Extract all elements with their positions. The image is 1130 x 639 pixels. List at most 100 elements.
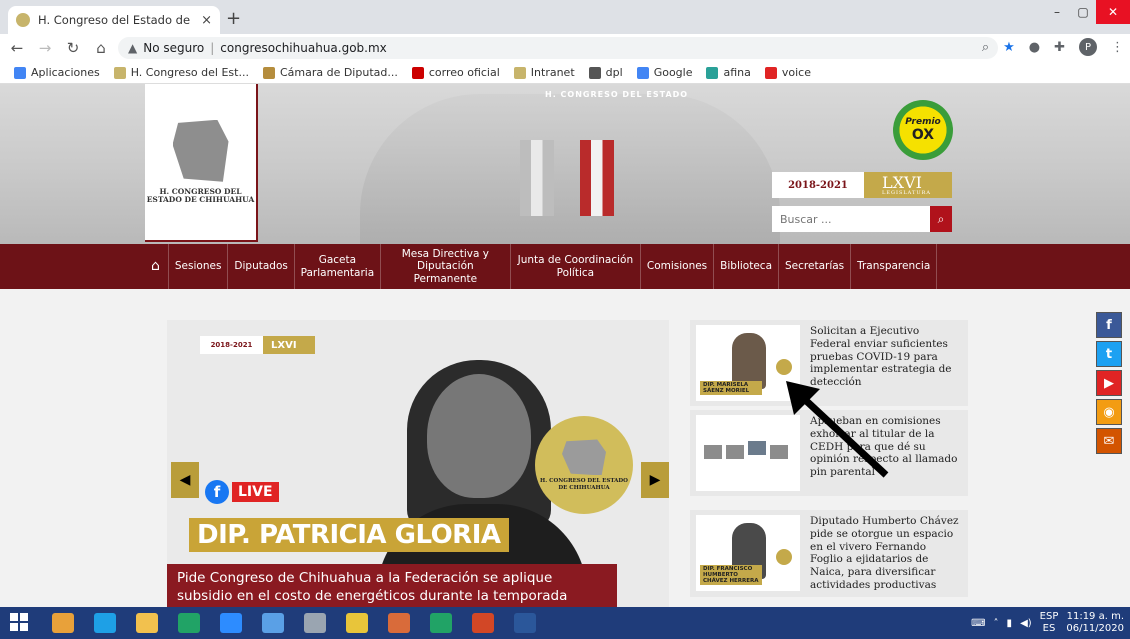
thumb-name-badge: DIP. MARISELA SÁENZ MORIEL [700,380,762,395]
back-icon[interactable]: ← [6,39,28,57]
store-taskbar-icon[interactable] [168,607,210,639]
menu-item[interactable]: Transparencia [851,244,938,289]
facebook-icon[interactable]: f [1096,312,1122,338]
tab-close-icon[interactable]: × [201,13,212,28]
flag-left [520,140,554,216]
forward-icon[interactable]: → [34,39,56,57]
bookmark-item[interactable]: afina [706,66,751,79]
tray-chevron-icon[interactable]: ˄ [994,618,999,629]
internet-explorer-taskbar-icon[interactable] [84,607,126,639]
profile-avatar[interactable]: P [1079,38,1097,56]
network-icon[interactable]: ▮ [1007,618,1013,629]
slider-prev-button[interactable]: ◀ [171,462,199,498]
bookmark-label: H. Congreso del Est... [130,66,249,79]
news-slider: 2018-2021 LXVI H. CONGRESO DEL ESTADO DE… [167,320,669,607]
file-explorer-glyph [136,613,158,633]
bookmark-item[interactable]: Google [636,66,692,79]
slider-next-button[interactable]: ▶ [641,462,669,498]
tab-strip: H. Congreso del Estado de Chihu × + – ▢ … [0,0,1130,34]
bookmark-icon [588,66,601,79]
excel-glyph [430,613,452,633]
address-bar[interactable]: ▲ No seguro | congresochihuahua.gob.mx [118,37,998,59]
bookmark-star-icon[interactable]: ★ [1003,40,1015,55]
browser-tab[interactable]: H. Congreso del Estado de Chihu × [8,6,220,34]
extension-circle-icon[interactable]: ● [1029,40,1040,55]
excel-taskbar-icon[interactable] [420,607,462,639]
clock[interactable]: 11:19 a. m. 06/11/2020 [1066,611,1124,636]
zoom-glyph [220,613,242,633]
clock-date: 06/11/2020 [1066,623,1124,634]
menu-item[interactable]: Sesiones [169,244,229,289]
keyboard-icon[interactable]: ⌨ [971,618,985,629]
logo-text: H. CONGRESO DEL ESTADO DE CHIHUAHUA [146,186,255,204]
menu-item[interactable]: Junta de Coordinación Política [511,244,641,289]
slide-caption[interactable]: Pide Congreso de Chihuahua a la Federaci… [167,564,617,607]
bookmark-item[interactable]: voice [764,66,811,79]
bookmark-item[interactable]: Cámara de Diputad... [262,66,398,79]
tab-title: H. Congreso del Estado de Chihu [38,13,193,27]
thumb-video-cell [726,445,744,459]
legislature-years: 2018-2021 [788,179,848,191]
clock-time: 11:19 a. m. [1066,610,1124,622]
bookmark-item[interactable]: correo oficial [411,66,500,79]
site-favicon-icon [16,13,30,27]
maximize-button[interactable]: ▢ [1070,0,1096,24]
menu-item[interactable]: Mesa Directiva y Diputación Permanente [381,244,511,289]
word-taskbar-icon[interactable] [504,607,546,639]
chrome-taskbar-icon[interactable] [42,607,84,639]
bookmark-icon [262,66,275,79]
paint-taskbar-icon[interactable] [378,607,420,639]
new-tab-button[interactable]: + [226,8,241,29]
start-taskbar-icon[interactable] [0,607,42,639]
home-icon[interactable]: ⌂ [90,39,112,57]
start-glyph [10,613,32,633]
bookmarks-bar: Aplicaciones H. Congreso del Est... Cámara… [0,62,1130,84]
news-item[interactable]: DIP. FRANCISCO HUMBERTO CHÁVEZ HERRERA D… [690,510,968,597]
twitter-icon[interactable]: t [1096,341,1122,367]
youtube-icon[interactable]: ▶ [1096,370,1122,396]
menu-item[interactable]: Secretarías [779,244,852,289]
menu-item[interactable]: Diputados [228,244,295,289]
bookmark-item[interactable]: Aplicaciones [14,66,100,79]
language-indicator[interactable]: ESP ES [1040,611,1059,635]
seal-text: H. CONGRESO DEL ESTADO DE CHIHUAHUA [540,478,628,491]
internet-explorer-glyph [94,613,116,633]
powerpoint-taskbar-icon[interactable] [462,607,504,639]
thumb-seal [776,359,792,375]
legislature-sub: LEGISLATURA [882,189,931,196]
search-icon[interactable]: ⌕ [930,206,952,232]
extensions-puzzle-icon[interactable]: ✚ [1054,40,1065,55]
close-window-button[interactable]: ✕ [1096,0,1130,24]
toolbar-actions: ⌕ ★ ● ✚ P ⋮ [982,38,1124,56]
slide-badge-name: LXVI [263,336,315,354]
bookmark-item[interactable]: H. Congreso del Est... [113,66,249,79]
menu-item[interactable]: Biblioteca [714,244,780,289]
flag-right [580,140,614,216]
menu-dots-icon[interactable]: ⋮ [1111,40,1124,55]
file-explorer-taskbar-icon[interactable] [126,607,168,639]
volume-icon[interactable]: ◀) [1020,618,1032,629]
calculator-taskbar-icon[interactable] [294,607,336,639]
congress-logo[interactable]: H. CONGRESO DEL ESTADO DE CHIHUAHUA [145,84,258,242]
home-menu-icon[interactable]: ⌂ [143,244,169,289]
menu-item[interactable]: Gaceta Parlamentaria [295,244,381,289]
premio-ox-badge[interactable]: Premio OX [893,100,953,160]
bookmark-icon [513,66,526,79]
chamber-title: H. CONGRESO DEL ESTADO [545,90,689,99]
zoom-icon[interactable]: ⌕ [982,40,989,55]
email-icon[interactable]: ✉ [1096,428,1122,454]
bookmark-item[interactable]: Intranet [513,66,575,79]
minimize-button[interactable]: – [1044,0,1070,24]
thumb-video-cell [748,441,766,455]
menu-item[interactable]: Comisiones [641,244,715,289]
bookmark-label: afina [723,66,751,79]
zoom-taskbar-icon[interactable] [210,607,252,639]
lock-taskbar-icon[interactable] [336,607,378,639]
reload-icon[interactable]: ↻ [62,39,84,57]
word-glyph [514,613,536,633]
computer-taskbar-icon[interactable] [252,607,294,639]
chamber-photo [360,94,780,244]
search-input[interactable] [772,206,930,232]
rss-icon[interactable]: ◉ [1096,399,1122,425]
bookmark-item[interactable]: dpl [588,66,623,79]
